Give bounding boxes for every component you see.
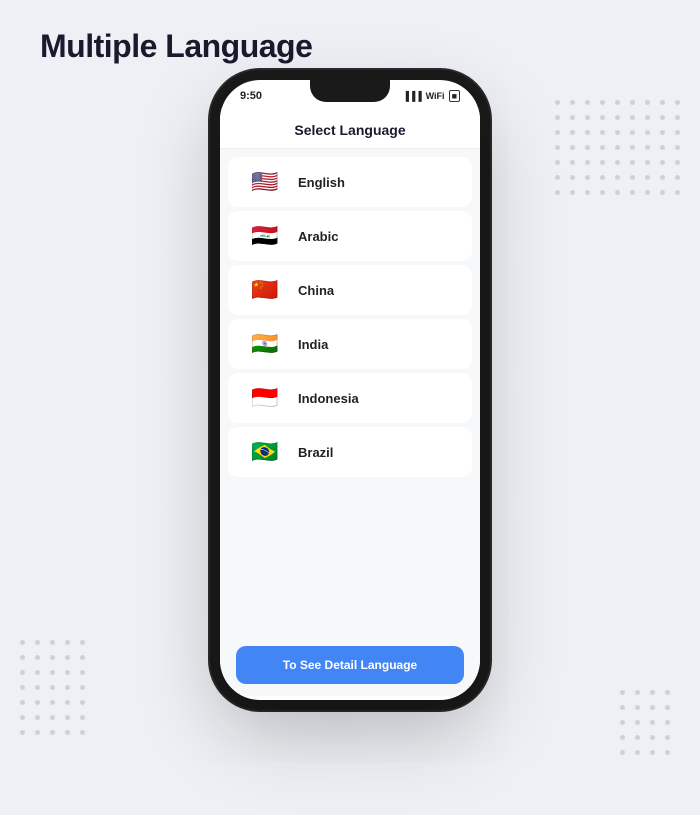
flag-cn: 🇨🇳	[246, 277, 284, 303]
language-item-indonesia[interactable]: 🇮🇩 Indonesia	[228, 373, 472, 423]
language-item-india[interactable]: 🇮🇳 India	[228, 319, 472, 369]
language-item-arabic[interactable]: 🇮🇶 Arabic	[228, 211, 472, 261]
dot-pattern-bottom-left: const d2 = document.currentScript.parent…	[20, 640, 85, 735]
page-title: Multiple Language	[40, 28, 312, 65]
lang-name-brazil: Brazil	[298, 445, 333, 460]
lang-name-china: China	[298, 283, 334, 298]
dot-pattern-top-right: const d1 = document.currentScript.parent…	[555, 100, 680, 195]
lang-name-english: English	[298, 175, 345, 190]
phone-screen: Select Language 🇺🇸 English 🇮🇶 Arabic 🇨🇳 China…	[220, 108, 480, 696]
phone-mockup: 9:50 ▐▐▐ WiFi ■ Select Language 🇺🇸 Englis…	[220, 80, 480, 700]
cta-button[interactable]: To See Detail Language	[236, 646, 464, 684]
screen-header: Select Language	[220, 108, 480, 149]
language-item-china[interactable]: 🇨🇳 China	[228, 265, 472, 315]
flag-us: 🇺🇸	[246, 169, 284, 195]
status-icons: ▐▐▐ WiFi ■	[403, 90, 461, 102]
phone-body: 9:50 ▐▐▐ WiFi ■ Select Language 🇺🇸 Englis…	[220, 80, 480, 700]
lang-name-indonesia: Indonesia	[298, 391, 359, 406]
lang-name-arabic: Arabic	[298, 229, 338, 244]
language-list: 🇺🇸 English 🇮🇶 Arabic 🇨🇳 China 🇮🇳 India 🇮🇩 Indones…	[220, 149, 480, 638]
wifi-icon: WiFi	[426, 91, 445, 101]
flag-br: 🇧🇷	[246, 439, 284, 465]
language-item-english[interactable]: 🇺🇸 English	[228, 157, 472, 207]
battery-icon: ■	[449, 90, 460, 102]
dot-pattern-bottom-right: const d3 = document.currentScript.parent…	[620, 690, 670, 755]
flag-id: 🇮🇩	[246, 385, 284, 411]
flag-in: 🇮🇳	[246, 331, 284, 357]
phone-notch	[310, 80, 390, 102]
status-time: 9:50	[240, 90, 262, 102]
lang-name-india: India	[298, 337, 328, 352]
language-item-brazil[interactable]: 🇧🇷 Brazil	[228, 427, 472, 477]
signal-icon: ▐▐▐	[403, 91, 422, 101]
flag-iq: 🇮🇶	[246, 223, 284, 249]
